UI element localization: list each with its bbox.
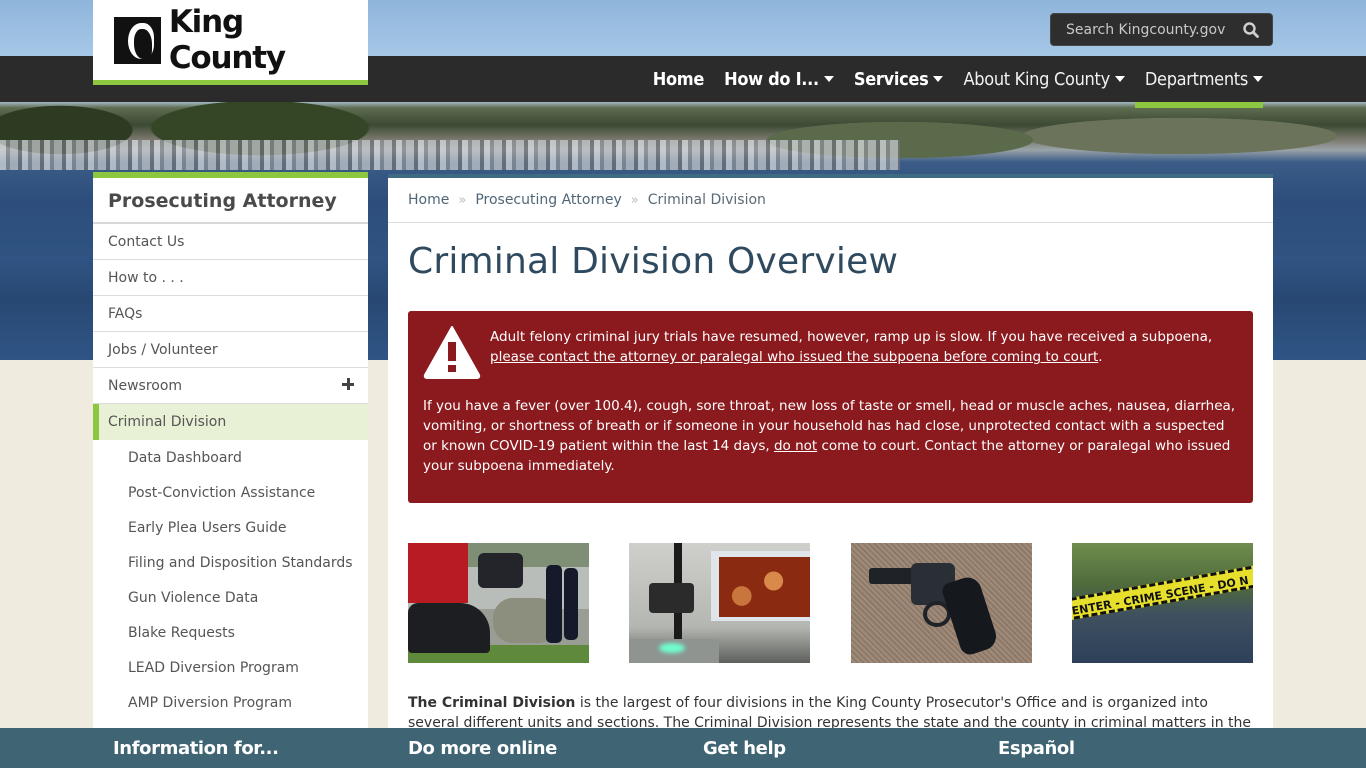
search-icon[interactable] [1242, 21, 1260, 39]
nav-services-label: Services [853, 68, 929, 90]
breadcrumb-current: Criminal Division [647, 192, 766, 208]
sidebar: Prosecuting Attorney Contact Us How to .… [93, 172, 368, 728]
sidebar-item-label: Contact Us [108, 233, 185, 250]
sidebar-subitem-data-dashboard[interactable]: Data Dashboard [93, 440, 368, 475]
warning-triangle-icon [423, 326, 481, 379]
covid-alert-box: Adult felony criminal jury trials have r… [408, 311, 1253, 503]
nav-how-do-i-label: How do I... [724, 68, 819, 90]
caret-down-icon [933, 76, 944, 82]
sidebar-item-contact-us[interactable]: Contact Us [93, 224, 368, 260]
nav-home-label: Home [652, 68, 705, 90]
nav-services[interactable]: Services [844, 56, 954, 102]
officer-shape [564, 568, 578, 640]
alert-contact-link[interactable]: please contact the attorney or paralegal… [490, 349, 1098, 365]
intro-bold: The Criminal Division [408, 695, 576, 711]
sidebar-subitem-lead-diversion[interactable]: LEAD Diversion Program [93, 650, 368, 685]
image-gallery: ENTER - CRIME SCENE - DO N [408, 543, 1253, 663]
sidebar-subitem-label: Blake Requests [128, 624, 235, 641]
sidebar-subitem-filing-standards[interactable]: Filing and Disposition Standards [93, 545, 368, 580]
alert-emphasis: do not [773, 438, 818, 454]
sidebar-item-jobs-volunteer[interactable]: Jobs / Volunteer [93, 332, 368, 368]
sidebar-title[interactable]: Prosecuting Attorney [93, 178, 368, 224]
fire-truck-shape [408, 543, 468, 603]
breadcrumb-separator-icon: » [630, 192, 639, 208]
alert-text: Adult felony criminal jury trials have r… [490, 329, 1213, 345]
nav-home[interactable]: Home [643, 56, 714, 102]
nav-departments[interactable]: Departments [1134, 56, 1273, 108]
camera-shape [649, 583, 694, 613]
sidebar-subitem-early-plea[interactable]: Early Plea Users Guide [93, 510, 368, 545]
breadcrumb: Home » Prosecuting Attorney » Criminal D… [388, 178, 1273, 223]
breadcrumb-separator-icon: » [458, 192, 467, 208]
breadcrumb-home[interactable]: Home [408, 192, 449, 208]
caret-down-icon [823, 76, 834, 82]
sidebar-subitem-label: Filing and Disposition Standards [128, 554, 353, 571]
sidebar-subitem-gun-violence[interactable]: Gun Violence Data [93, 580, 368, 615]
sidebar-item-faqs[interactable]: FAQs [93, 296, 368, 332]
sidebar-subitem-amp-diversion[interactable]: AMP Diversion Program [93, 685, 368, 720]
logo-text: King County [168, 4, 286, 76]
image-crime-scene-tape[interactable]: ENTER - CRIME SCENE - DO N [1072, 543, 1253, 663]
king-county-logo[interactable]: King County [93, 0, 368, 85]
sidebar-item-label: Jobs / Volunteer [108, 341, 218, 358]
image-forensic-lab[interactable] [629, 543, 810, 663]
car-shape [478, 553, 523, 588]
sidebar-subitem-label: Early Plea Users Guide [128, 519, 287, 536]
sidebar-subitem-label: Post-Conviction Assistance [128, 484, 316, 501]
footer-do-more-online[interactable]: Do more online [408, 728, 557, 768]
main-content: Home » Prosecuting Attorney » Criminal D… [388, 178, 1273, 751]
sidebar-subitem-label: LEAD Diversion Program [128, 659, 299, 676]
sidebar-item-label: How to . . . [108, 269, 184, 286]
caret-down-icon [1114, 76, 1125, 82]
image-revolver[interactable] [851, 543, 1032, 663]
grip-shape [940, 573, 1000, 658]
sidebar-item-newsroom[interactable]: Newsroom [93, 368, 368, 404]
expand-plus-icon[interactable] [342, 378, 354, 390]
sidebar-subitem-label: AMP Diversion Program [128, 694, 293, 711]
nav-how-do-i[interactable]: How do I... [714, 56, 844, 102]
light-glow-shape [659, 643, 685, 653]
footer-espanol[interactable]: Español [998, 728, 1075, 768]
sidebar-item-label: FAQs [108, 305, 143, 322]
nav-about-king-county[interactable]: About King County [953, 56, 1134, 102]
sidebar-item-label: Criminal Division [108, 414, 227, 430]
image-car-accident[interactable] [408, 543, 589, 663]
sidebar-subitem-blake-requests[interactable]: Blake Requests [93, 615, 368, 650]
sidebar-subitem-label: Data Dashboard [128, 449, 242, 466]
alert-paragraph-2: If you have a fever (over 100.4), cough,… [423, 396, 1238, 476]
footer-information-for[interactable]: Information for... [113, 728, 279, 768]
sidebar-item-label: Newsroom [108, 377, 183, 394]
mlk-logo-icon [114, 16, 161, 64]
search-input[interactable] [1066, 21, 1236, 38]
sidebar-subitem-post-conviction[interactable]: Post-Conviction Assistance [93, 475, 368, 510]
nav-departments-label: Departments [1144, 68, 1248, 90]
monitor-screen-shape [719, 557, 810, 617]
sidebar-subitem-label: Gun Violence Data [128, 589, 259, 606]
footer-bar: Information for... Do more online Get he… [0, 728, 1366, 768]
page-title: Criminal Division Overview [408, 241, 899, 282]
hero-marina [0, 140, 900, 170]
breadcrumb-prosecuting-attorney[interactable]: Prosecuting Attorney [475, 192, 621, 208]
sidebar-item-how-to[interactable]: How to . . . [93, 260, 368, 296]
caret-down-icon [1253, 76, 1263, 82]
main-nav: Home How do I... Services About King Cou… [643, 56, 1273, 108]
footer-get-help[interactable]: Get help [703, 728, 786, 768]
crime-scene-tape: ENTER - CRIME SCENE - DO N [1072, 562, 1253, 622]
car-shape [408, 603, 490, 653]
alert-text-end: . [1098, 349, 1103, 365]
nav-about-label: About King County [963, 68, 1110, 90]
officer-shape [546, 565, 562, 643]
sidebar-item-criminal-division[interactable]: Criminal Division [93, 404, 368, 440]
alert-paragraph-1: Adult felony criminal jury trials have r… [490, 327, 1238, 367]
site-search [1050, 13, 1273, 46]
